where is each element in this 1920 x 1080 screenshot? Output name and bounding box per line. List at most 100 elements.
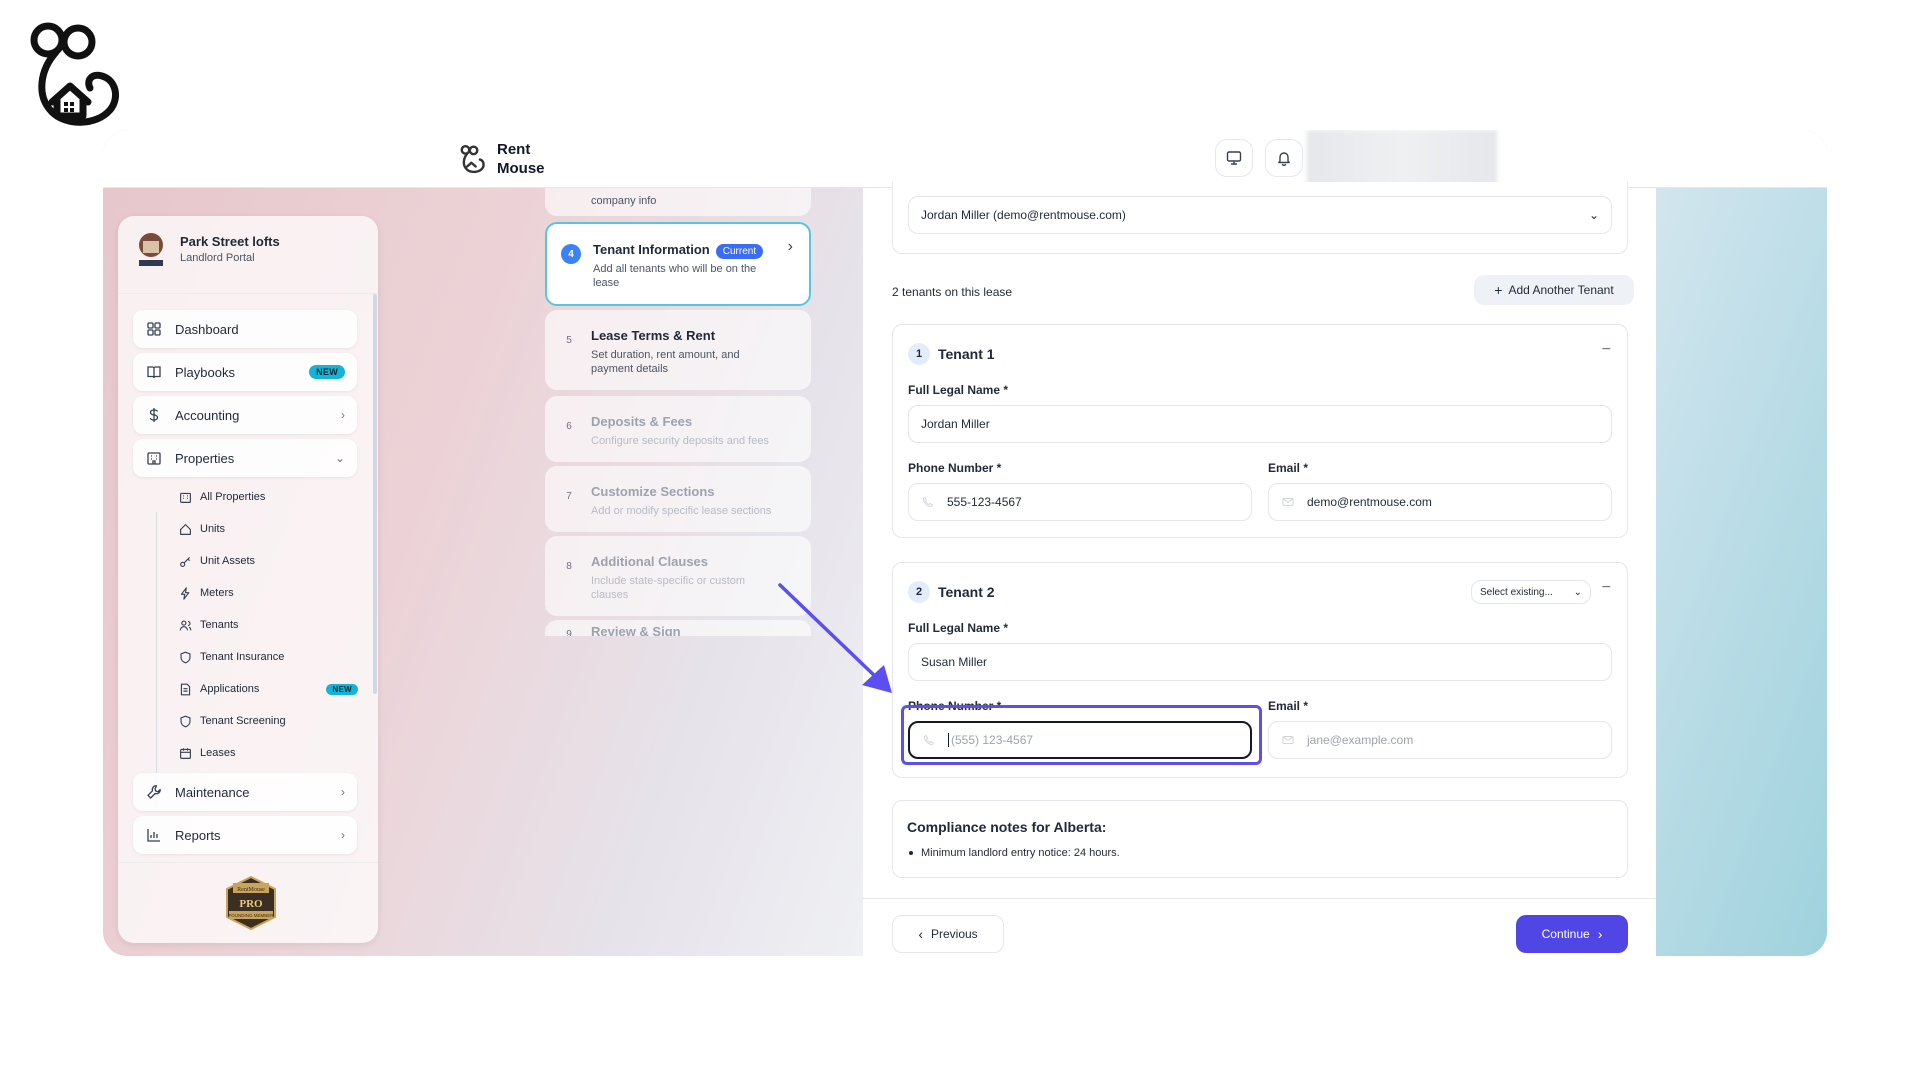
org-subtitle: Landlord Portal [180, 252, 255, 264]
sidebar-subitem-meters[interactable]: Meters [178, 580, 358, 606]
primary-tenant-select[interactable]: Jordan Miller (demo@rentmouse.com) ⌄ [908, 196, 1612, 234]
chevron-down-icon: ⌄ [1588, 208, 1599, 222]
chevron-right-icon: › [341, 408, 345, 422]
submenu-guide-line [156, 512, 157, 807]
tenant-number: 1 [908, 343, 930, 365]
chevron-right-icon: › [787, 238, 793, 255]
add-another-tenant-button[interactable]: + Add Another Tenant [1474, 275, 1634, 305]
compliance-note-item: Minimum landlord entry notice: 24 hours. [909, 847, 1120, 859]
compliance-notes-box: Compliance notes for Alberta: Minimum la… [892, 800, 1628, 878]
step-card-deposits-fees[interactable]: 6 Deposits & Fees Configure security dep… [545, 396, 811, 462]
sidebar-subitem-tenants[interactable]: Tenants [178, 612, 358, 638]
sidebar-item-playbooks[interactable]: Playbooks NEW [133, 353, 357, 391]
chevron-right-icon: › [341, 785, 345, 799]
brand-line-1: Rent [497, 141, 531, 158]
sidebar-subitem-units[interactable]: Units [178, 516, 358, 542]
continue-button[interactable]: Continue › [1516, 915, 1628, 953]
pro-founding-member-badge: RentMouse PRO FOUNDING MEMBER [226, 875, 276, 931]
sidebar-item-dashboard[interactable]: Dashboard [133, 310, 357, 348]
bullet-icon [909, 851, 913, 855]
sidebar-subitem-all-properties[interactable]: All Properties [178, 484, 358, 510]
tenant-2-header: 2 Tenant 2 [908, 581, 995, 603]
pro-badge-line-3: FOUNDING MEMBER [229, 913, 275, 918]
shield-icon [178, 650, 192, 664]
tenant-2-email-placeholder: jane@example.com [1307, 733, 1414, 747]
compliance-note-text: Minimum landlord entry notice: 24 hours. [921, 847, 1120, 859]
dashboard-icon [145, 320, 163, 338]
brand-line-2: Mouse [497, 160, 545, 177]
user-profile-blurred[interactable] [1307, 130, 1497, 188]
key-icon [178, 554, 192, 568]
tenant-form-panel: Jordan Miller (demo@rentmouse.com) ⌄ 2 t… [863, 182, 1656, 956]
new-badge: NEW [309, 365, 345, 379]
rentmouse-mark-icon [460, 144, 485, 174]
continue-label: Continue [1541, 927, 1590, 941]
tenant-2-email-input[interactable]: jane@example.com [1268, 721, 1612, 759]
shield-icon [178, 714, 192, 728]
tenant-2-name-value: Susan Miller [921, 655, 988, 669]
full-name-label: Full Legal Name * [908, 383, 1009, 397]
sidebar-subitem-label: Tenants [200, 619, 239, 631]
notifications-button[interactable] [1265, 139, 1303, 177]
phone-input-highlight [901, 705, 1262, 765]
step-description: Include state-specific or custom clauses [591, 575, 746, 601]
sidebar-subitem-leases[interactable]: Leases [178, 740, 358, 766]
step-number: 4 [561, 244, 581, 264]
tenant-1-phone-input[interactable]: 555-123-4567 [908, 483, 1252, 521]
step-title: Tenant Information [593, 242, 710, 257]
tenant-1-name-input[interactable]: Jordan Miller [908, 405, 1612, 443]
wrench-icon [145, 783, 163, 801]
sidebar-subitem-label: Meters [200, 587, 234, 599]
step-description: Configure security deposits and fees [591, 435, 769, 447]
tenant-1-card: 1 Tenant 1 − Full Legal Name * Jordan Mi… [892, 324, 1628, 538]
step-number: 5 [566, 334, 572, 346]
file-icon [178, 682, 192, 696]
step-card-customize-sections[interactable]: 7 Customize Sections Add or modify speci… [545, 466, 811, 532]
header-logo[interactable]: Rent Mouse [459, 140, 545, 178]
chevron-down-icon: ⌄ [334, 451, 345, 465]
sidebar-item-label: Playbooks [175, 364, 235, 380]
building-icon [145, 449, 163, 467]
step-title-row: Tenant Information Current [593, 242, 764, 259]
primary-tenant-section: Jordan Miller (demo@rentmouse.com) ⌄ [892, 182, 1628, 254]
sidebar-item-label: Maintenance [175, 784, 250, 800]
sidebar-subitem-applications[interactable]: Applications NEW [178, 676, 358, 702]
add-tenant-label: Add Another Tenant [1508, 283, 1614, 297]
step-description: Add all tenants who will be on the lease [593, 263, 757, 289]
phone-label: Phone Number * [908, 461, 1002, 475]
org-name: Park Street lofts [180, 234, 280, 249]
tenant-1-header: 1 Tenant 1 [908, 343, 995, 365]
org-switcher[interactable]: Park Street lofts Landlord Portal [118, 216, 378, 294]
calendar-icon [178, 746, 192, 760]
collapse-tenant-2-button[interactable]: − [1602, 579, 1611, 597]
tenant-2-name-input[interactable]: Susan Miller [908, 643, 1612, 681]
step-number: 6 [566, 420, 572, 432]
email-label: Email * [1268, 461, 1309, 475]
step-card-previous[interactable]: company info [545, 188, 811, 216]
previous-button[interactable]: ‹ Previous [892, 915, 1004, 953]
step-card-tenant-information[interactable]: 4 Tenant Information Current Add all tena… [545, 222, 811, 306]
step-description: company info [591, 195, 657, 207]
step-card-lease-terms[interactable]: 5 Lease Terms & Rent Set duration, rent … [545, 310, 811, 390]
select-existing-dropdown[interactable]: Select existing... ⌄ [1471, 580, 1591, 604]
monitor-button[interactable] [1215, 139, 1253, 177]
annotation-arrow-icon [778, 583, 892, 693]
mail-icon [1281, 495, 1295, 509]
sidebar-subitem-unit-assets[interactable]: Unit Assets [178, 548, 358, 574]
sidebar-item-reports[interactable]: Reports › [133, 816, 357, 854]
step-description: Add or modify specific lease sections [591, 505, 772, 517]
sidebar-item-accounting[interactable]: Accounting › [133, 396, 357, 434]
rentmouse-logo [26, 18, 126, 130]
collapse-tenant-1-button[interactable]: − [1602, 341, 1611, 359]
sidebar-item-properties[interactable]: Properties ⌄ [133, 439, 357, 477]
current-step-pill: Current [715, 244, 764, 259]
sidebar-item-maintenance[interactable]: Maintenance › [133, 773, 357, 811]
tenant-title: Tenant 1 [938, 346, 995, 362]
sidebar-scrollbar[interactable] [373, 294, 377, 694]
sidebar-subitem-tenant-screening[interactable]: Tenant Screening [178, 708, 358, 734]
chevron-right-icon: › [341, 828, 345, 842]
tenant-title: Tenant 2 [938, 584, 995, 600]
sidebar-subitem-tenant-insurance[interactable]: Tenant Insurance [178, 644, 358, 670]
tenant-1-email-input[interactable]: demo@rentmouse.com [1268, 483, 1612, 521]
app-window: Rent Mouse Park Street lofts Landlord Po… [103, 130, 1827, 956]
